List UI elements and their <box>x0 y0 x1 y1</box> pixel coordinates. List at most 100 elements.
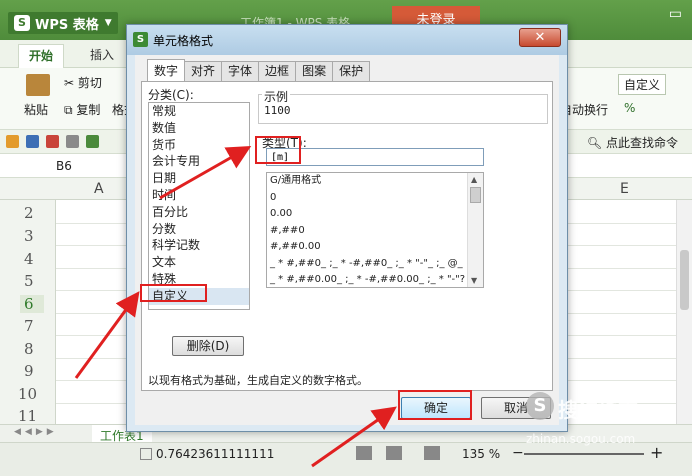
watermark-name: 搜狗指南 <box>558 398 638 422</box>
dialog-body: 数字 对齐 字体 边框 图案 保护 分类(C): 常规 数值 货币 会计专用 日… <box>135 55 559 425</box>
search-icon: 🔍︎ <box>586 136 606 150</box>
row-label[interactable]: 8 <box>24 340 48 358</box>
scrollbar-thumb[interactable] <box>680 250 689 310</box>
row-label-active[interactable]: 6 <box>20 295 44 313</box>
row-header: 2 3 4 5 6 7 8 9 10 11 <box>0 200 56 425</box>
category-item[interactable]: 会计专用 <box>149 153 249 170</box>
restore-icon[interactable]: ▭ <box>669 6 682 22</box>
paste-icon[interactable] <box>26 74 50 96</box>
category-item[interactable]: 数值 <box>149 120 249 137</box>
print-icon[interactable] <box>66 135 79 148</box>
type-list-scrollbar[interactable]: ▲ ▼ <box>467 173 483 287</box>
find-command-label: 点此查找命令 <box>605 136 678 150</box>
row-label[interactable]: 10 <box>18 385 42 403</box>
wps-dialog-icon: S <box>133 32 148 47</box>
tab-border[interactable]: 边框 <box>258 61 297 81</box>
sample-group <box>258 94 548 124</box>
tab-font[interactable]: 字体 <box>221 61 260 81</box>
zoom-in-icon[interactable]: + <box>650 443 663 462</box>
column-label-e[interactable]: E <box>620 181 629 197</box>
view-page-icon[interactable] <box>424 446 440 460</box>
row-label[interactable]: 3 <box>24 227 48 245</box>
scrollbar-thumb[interactable] <box>470 187 481 203</box>
row-label[interactable]: 7 <box>24 317 48 335</box>
highlight-type-input <box>255 136 301 164</box>
close-button[interactable]: ✕ <box>519 28 561 47</box>
wps-logo-icon: S <box>14 15 30 31</box>
type-item[interactable]: #,##0.00 <box>267 239 465 256</box>
format-description: 以现有格式为基础，生成自定义的数字格式。 <box>148 374 368 387</box>
category-item[interactable]: 时间 <box>149 187 249 204</box>
sum-icon <box>140 448 152 460</box>
watermark-url: zhinan.sogou.com <box>526 432 636 446</box>
vertical-scrollbar[interactable] <box>676 200 692 424</box>
cut-button[interactable]: ✂ 剪切 <box>64 74 102 91</box>
column-label-a[interactable]: A <box>94 181 104 197</box>
type-list[interactable]: G/通用格式 0 0.00 #,##0 #,##0.00 _ * #,##0_ … <box>266 172 484 288</box>
save-icon[interactable] <box>26 135 39 148</box>
dialog-titlebar[interactable]: S 单元格格式 ✕ <box>127 25 567 55</box>
type-item[interactable]: 0 <box>267 190 465 207</box>
type-item[interactable]: #,##0 <box>267 223 465 240</box>
type-item[interactable]: _ * #,##0_ ;_ * -#,##0_ ;_ * "-"_ ;_ @_ <box>267 256 465 273</box>
view-normal-icon[interactable] <box>356 446 372 460</box>
find-command[interactable]: 🔍︎ 点此查找命令 <box>587 134 678 151</box>
copy-button[interactable]: ⧉ 复制 <box>64 101 100 118</box>
scroll-up-icon[interactable]: ▲ <box>471 175 477 184</box>
row-label[interactable]: 5 <box>24 272 48 290</box>
dialog-tabs: 数字 对齐 字体 边框 图案 保护 <box>147 59 371 81</box>
sheet-nav-icon[interactable]: ◀◀▶▶ <box>14 427 58 437</box>
zoom-out-icon[interactable]: − <box>512 445 524 461</box>
app-name: WPS 表格 <box>35 17 99 33</box>
type-item[interactable]: _ * #,##0.00_ ;_ * -#,##0.00_ ;_ * "-"??… <box>267 272 465 287</box>
view-layout-icon[interactable] <box>386 446 402 460</box>
category-item[interactable]: 常规 <box>149 103 249 120</box>
category-item[interactable]: 文本 <box>149 254 249 271</box>
tab-number[interactable]: 数字 <box>147 59 186 81</box>
tab-protection[interactable]: 保护 <box>332 61 371 81</box>
close-icon: ✕ <box>534 30 546 45</box>
pdf-icon[interactable] <box>46 135 59 148</box>
paste-button[interactable]: 粘贴 <box>24 101 48 118</box>
type-item[interactable]: G/通用格式 <box>267 173 465 190</box>
zoom-slider[interactable] <box>524 453 644 455</box>
type-item[interactable]: 0.00 <box>267 206 465 223</box>
zoom-level: 135 % <box>462 447 501 461</box>
tab-home[interactable]: 开始 <box>18 44 65 68</box>
number-tab-panel: 分类(C): 常规 数值 货币 会计专用 日期 时间 百分比 分数 科学记数 文… <box>141 81 553 391</box>
highlight-ok-button <box>398 390 472 420</box>
category-label: 分类(C): <box>148 88 194 102</box>
tab-insert[interactable]: 插入 <box>80 44 124 68</box>
row-label[interactable]: 2 <box>24 204 48 222</box>
name-box[interactable]: B6 <box>56 159 72 173</box>
tab-pattern[interactable]: 图案 <box>295 61 334 81</box>
row-label[interactable]: 9 <box>24 362 48 380</box>
status-bar: 0.76423611111111 135 % − + <box>0 442 692 476</box>
row-label[interactable]: 4 <box>24 250 48 268</box>
status-value-text: 0.76423611111111 <box>156 447 275 461</box>
copy-icon: ⧉ <box>64 103 77 117</box>
category-list[interactable]: 常规 数值 货币 会计专用 日期 时间 百分比 分数 科学记数 文本 特殊 自定… <box>148 102 250 310</box>
scroll-down-icon[interactable]: ▼ <box>471 276 477 285</box>
row-label[interactable]: 11 <box>18 407 42 425</box>
scissors-icon: ✂ <box>64 76 78 90</box>
format-cells-dialog: S 单元格格式 ✕ 数字 对齐 字体 边框 图案 保护 分类(C): 常规 数值… <box>126 24 568 432</box>
sample-value: 1100 <box>264 104 291 117</box>
delete-button[interactable]: 删除(D) <box>172 336 244 356</box>
sample-label: 示例 <box>262 88 291 105</box>
window-controls: ▭ <box>669 6 692 22</box>
category-item[interactable]: 日期 <box>149 170 249 187</box>
dropdown-arrow-icon: ▼ <box>104 18 112 28</box>
app-menu-button[interactable]: S WPS 表格 ▼ <box>8 12 118 34</box>
preview-icon[interactable] <box>86 135 99 148</box>
category-item[interactable]: 百分比 <box>149 204 249 221</box>
category-item[interactable]: 货币 <box>149 137 249 154</box>
category-item[interactable]: 科学记数 <box>149 237 249 254</box>
open-icon[interactable] <box>6 135 19 148</box>
number-format-select[interactable]: 自定义 <box>618 74 667 95</box>
tab-alignment[interactable]: 对齐 <box>184 61 223 81</box>
cut-label: 剪切 <box>77 76 102 90</box>
highlight-custom-category <box>140 284 207 302</box>
percent-button[interactable]: % <box>624 101 635 115</box>
category-item[interactable]: 分数 <box>149 221 249 238</box>
